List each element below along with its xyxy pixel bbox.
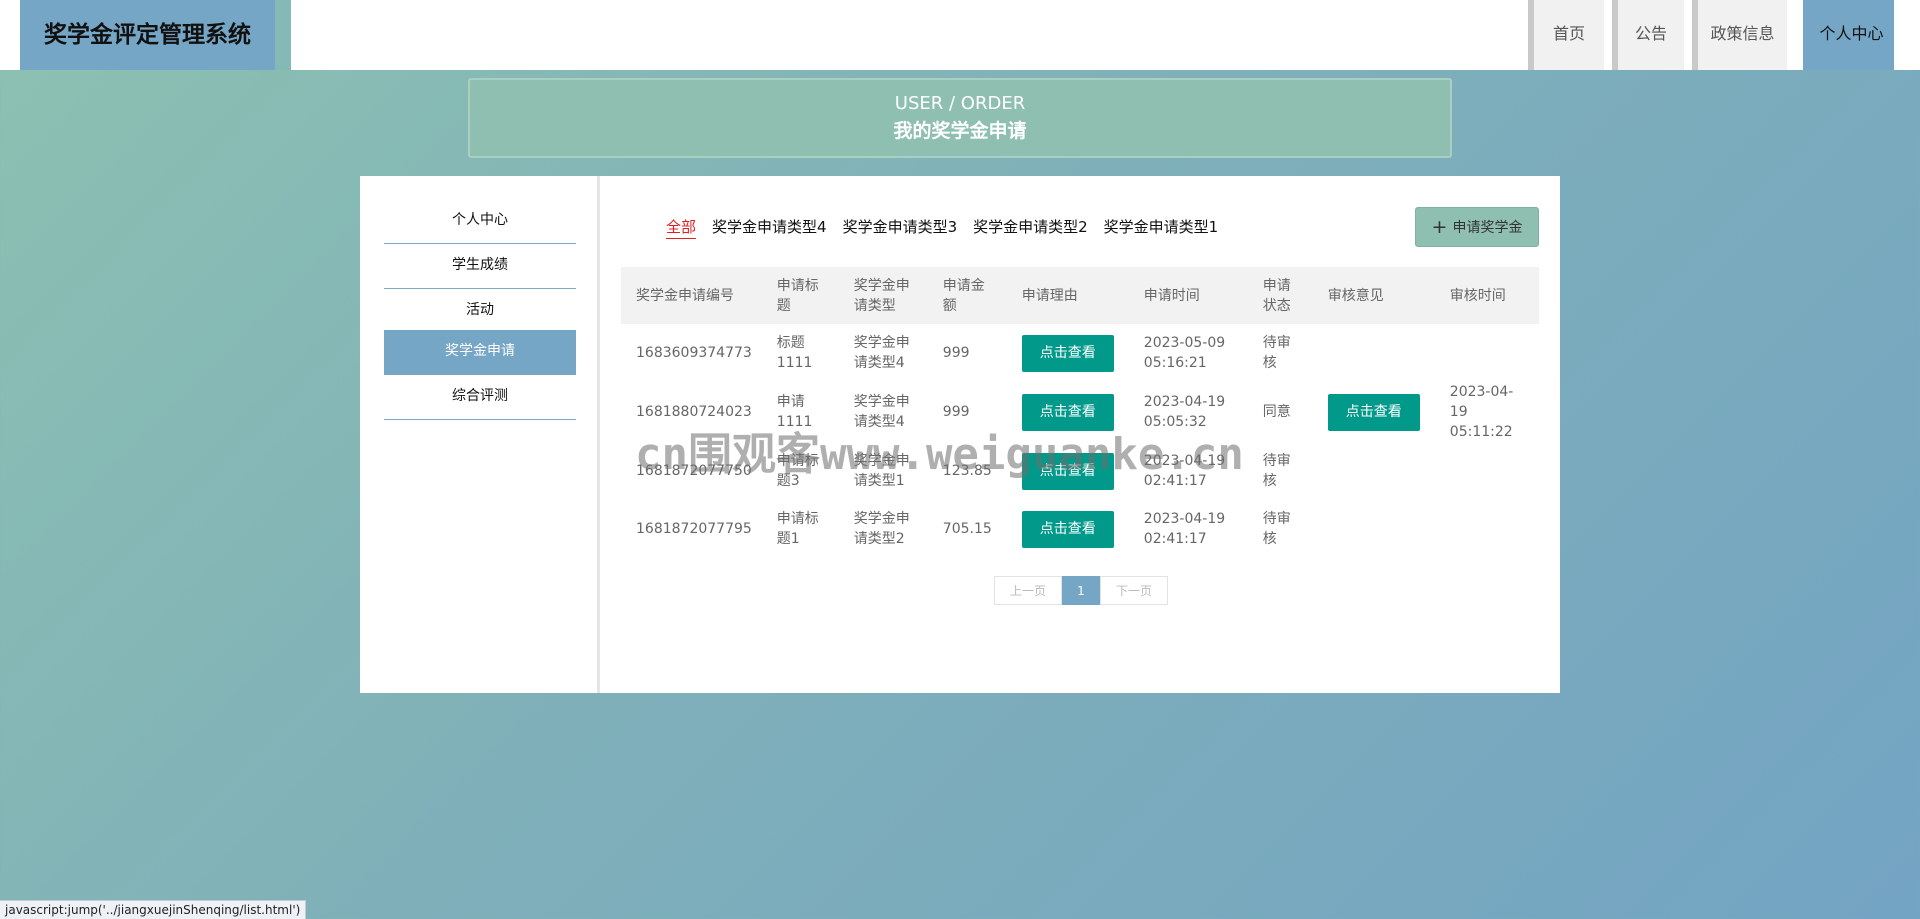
view-reason-button[interactable]: 点击查看	[1021, 334, 1114, 372]
tab-all[interactable]: 全部	[666, 216, 697, 239]
cell-no: 1681880724023	[636, 404, 752, 420]
col-header-no: 奖学金申请编号	[621, 267, 762, 324]
cell-status: 待审核	[1262, 511, 1291, 547]
filter-tabs: 全部 奖学金申请类型4 奖学金申请类型3 奖学金申请类型2 奖学金申请类型1	[666, 216, 1234, 239]
cell-type: 奖学金申请类型4	[853, 394, 910, 430]
col-header-opinion: 审核意见	[1312, 267, 1435, 324]
apply-scholarship-button[interactable]: + 申请奖学金	[1415, 207, 1539, 247]
tab-type-3[interactable]: 奖学金申请类型3	[843, 216, 958, 239]
cell-opinion: 点击查看	[1313, 382, 1435, 442]
top-nav: 首页 公告 政策信息 个人中心	[1520, 0, 1920, 70]
tab-type-1[interactable]: 奖学金申请类型1	[1104, 216, 1219, 239]
page-header: USER / ORDER 我的奖学金申请	[468, 78, 1452, 158]
sidebar-item-personal-center[interactable]: 个人中心	[384, 199, 576, 244]
page-header-en: USER / ORDER	[894, 93, 1026, 114]
cell-amount: 999	[942, 404, 970, 420]
col-header-review-time: 审核时间	[1434, 267, 1539, 324]
cell-amount: 999	[942, 345, 970, 361]
cell-title: 申请标题3	[776, 453, 819, 489]
cell-reason: 点击查看	[1007, 382, 1129, 442]
sidebar-item-activity[interactable]: 活动	[384, 289, 576, 334]
cell-status: 待审核	[1262, 453, 1291, 489]
cell-no: 1681872077795	[636, 521, 752, 537]
page-title: 我的奖学金申请	[893, 120, 1027, 142]
main-card: 个人中心 学生成绩 活动 奖学金申请 综合评测 全部 奖学金申请类型4 奖学金申…	[360, 176, 1560, 693]
cell-title: 标题1111	[776, 335, 813, 371]
view-reason-button[interactable]: 点击查看	[1021, 510, 1114, 548]
sidebar-item-evaluation[interactable]: 综合评测	[384, 375, 576, 420]
cell-reason: 点击查看	[1007, 442, 1129, 500]
cell-title: 申请标题1	[776, 511, 819, 547]
col-header-time: 申请时间	[1128, 267, 1248, 324]
table-header-row: 奖学金申请编号 申请标题 奖学金申请类型 申请金额 申请理由 申请时间 申请状态…	[621, 267, 1539, 324]
cell-time: 2023-05-09 05:16:21	[1143, 335, 1226, 371]
cell-type: 奖学金申请类型1	[853, 453, 910, 489]
plus-icon: +	[1431, 216, 1448, 238]
cell-time: 2023-04-19 02:41:17	[1143, 511, 1226, 547]
browser-status-bar: javascript:jump('../jiangxuejinShenqing/…	[0, 900, 307, 919]
cell-no: 1683609374773	[636, 345, 752, 361]
sidebar-item-scores[interactable]: 学生成绩	[384, 244, 576, 289]
col-header-title: 申请标题	[761, 267, 839, 324]
sidebar-item-scholarship-apply[interactable]: 奖学金申请	[384, 330, 576, 375]
app-title: 奖学金评定管理系统	[20, 0, 275, 70]
table-row: 1683609374773 标题1111 奖学金申请类型4 999 点击查看 2…	[621, 324, 1539, 382]
cell-opinion	[1313, 442, 1435, 500]
nav-item-home[interactable]: 首页	[1528, 0, 1604, 70]
top-bar: 奖学金评定管理系统 首页 公告 政策信息 个人中心	[0, 0, 1920, 70]
tab-type-2[interactable]: 奖学金申请类型2	[973, 216, 1088, 239]
table-row: 1681880724023 申请1111 奖学金申请类型4 999 点击查看 2…	[621, 382, 1539, 442]
cell-review-time	[1435, 500, 1539, 558]
cell-time: 2023-04-19 02:41:17	[1143, 453, 1226, 489]
cell-reason: 点击查看	[1007, 324, 1129, 382]
col-header-amount: 申请金额	[927, 267, 1007, 324]
applications-table: 奖学金申请编号 申请标题 奖学金申请类型 申请金额 申请理由 申请时间 申请状态…	[621, 267, 1539, 558]
table-row: 1681872077795 申请标题1 奖学金申请类型2 705.15 点击查看…	[621, 500, 1539, 558]
view-opinion-button[interactable]: 点击查看	[1327, 393, 1420, 431]
cell-review-time	[1435, 442, 1539, 500]
brand-divider	[275, 0, 291, 70]
nav-item-notice[interactable]: 公告	[1612, 0, 1684, 70]
cell-amount: 123.85	[942, 463, 992, 479]
cell-amount: 705.15	[942, 521, 992, 537]
nav-item-policy[interactable]: 政策信息	[1692, 0, 1787, 70]
pagination: 上一页 1 下一页	[994, 576, 1168, 605]
nav-item-personal-center[interactable]: 个人中心	[1803, 0, 1894, 70]
cell-no: 1681872077750	[636, 463, 752, 479]
cell-status: 待审核	[1262, 335, 1291, 371]
tab-type-4[interactable]: 奖学金申请类型4	[712, 216, 827, 239]
apply-scholarship-label: 申请奖学金	[1452, 220, 1523, 236]
col-header-reason: 申请理由	[1006, 267, 1129, 324]
table-row: 1681872077750 申请标题3 奖学金申请类型1 123.85 点击查看…	[621, 442, 1539, 500]
sidebar: 个人中心 学生成绩 活动 奖学金申请 综合评测	[360, 176, 600, 693]
cell-type: 奖学金申请类型2	[853, 511, 910, 547]
cell-status: 同意	[1262, 404, 1291, 420]
page-number-button[interactable]: 1	[1062, 576, 1100, 605]
cell-opinion	[1313, 324, 1435, 382]
cell-review-time	[1435, 324, 1539, 382]
view-reason-button[interactable]: 点击查看	[1021, 452, 1114, 490]
cell-review-time: 2023-04-19 05:11:22	[1449, 384, 1514, 440]
content-area: 全部 奖学金申请类型4 奖学金申请类型3 奖学金申请类型2 奖学金申请类型1 +…	[600, 176, 1560, 693]
cell-reason: 点击查看	[1007, 500, 1129, 558]
next-page-button[interactable]: 下一页	[1100, 576, 1168, 605]
col-header-type: 奖学金申请类型	[838, 267, 928, 324]
cell-opinion	[1313, 500, 1435, 558]
prev-page-button[interactable]: 上一页	[994, 576, 1062, 605]
cell-type: 奖学金申请类型4	[853, 335, 910, 371]
view-reason-button[interactable]: 点击查看	[1021, 393, 1114, 431]
cell-time: 2023-04-19 05:05:32	[1143, 394, 1226, 430]
col-header-status: 申请状态	[1247, 267, 1313, 324]
cell-title: 申请1111	[776, 394, 813, 430]
